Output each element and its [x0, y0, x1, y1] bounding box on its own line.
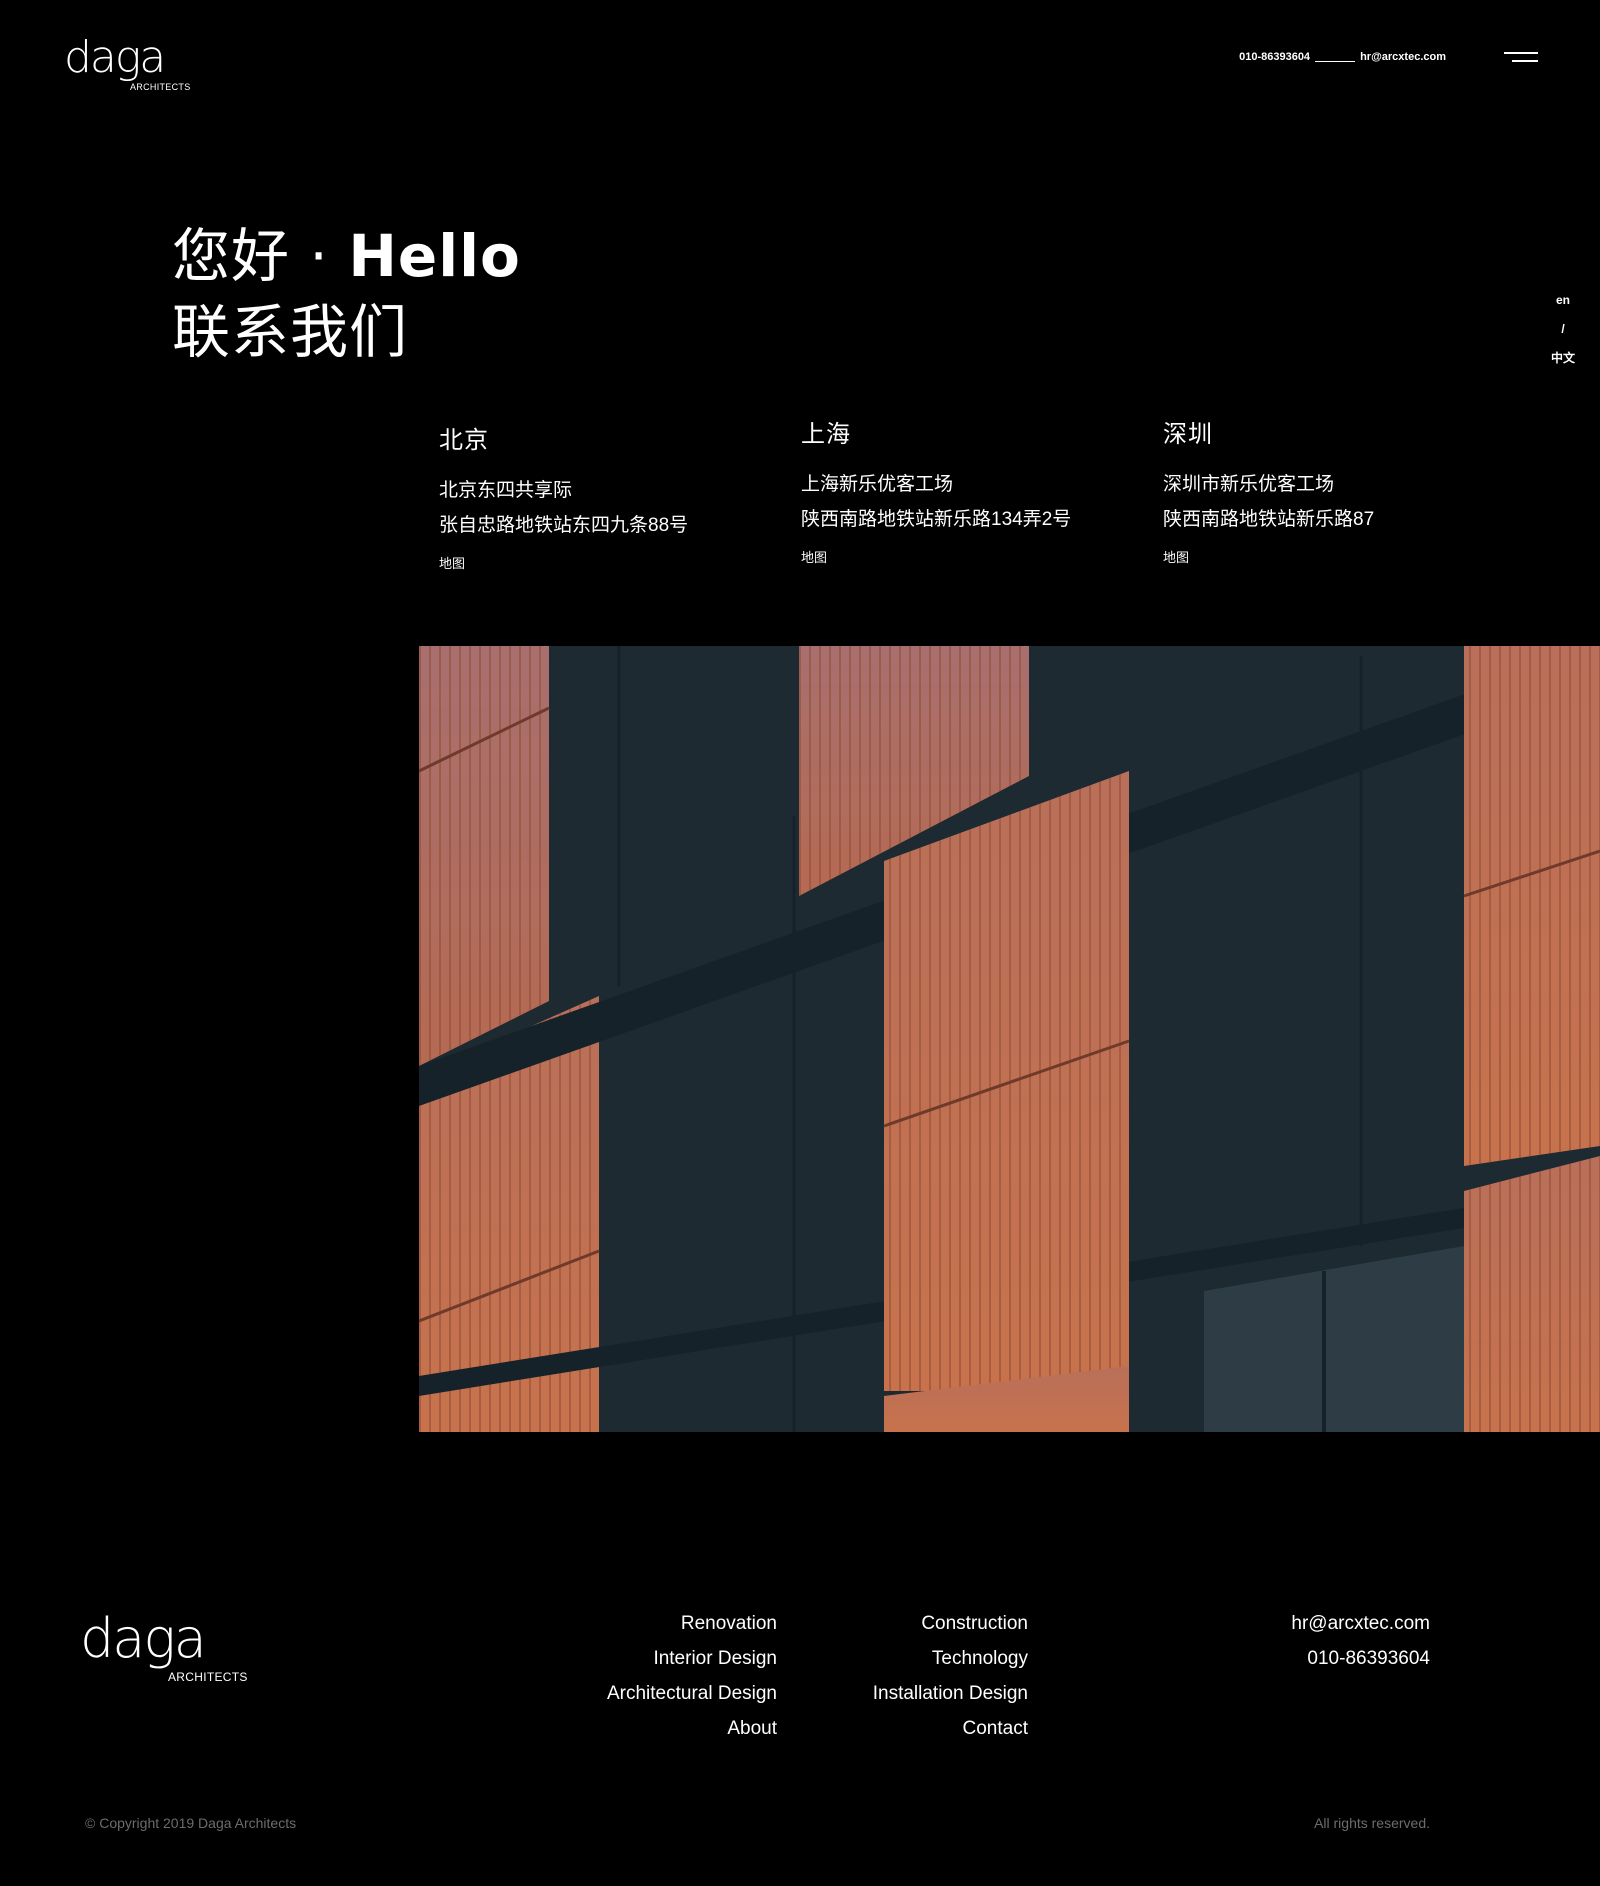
footer-link-about[interactable]: About	[607, 1711, 777, 1746]
logo-wordmark: daga	[80, 1607, 207, 1670]
footer-link-renovation[interactable]: Renovation	[607, 1606, 777, 1641]
footer-link-installation-design[interactable]: Installation Design	[873, 1676, 1028, 1711]
footer-link-architectural-design[interactable]: Architectural Design	[607, 1676, 777, 1711]
language-en[interactable]: en	[1548, 286, 1578, 315]
building-facade-photo	[419, 646, 1600, 1432]
language-switcher: en / 中文	[1548, 286, 1578, 373]
footer-link-technology[interactable]: Technology	[873, 1641, 1028, 1676]
footer-nav-column-1: Renovation Interior Design Architectural…	[607, 1606, 777, 1746]
logo-subtitle: ARCHITECTS	[168, 1670, 248, 1684]
header-contact: 010-86393604 hr@arcxtec.com	[1239, 51, 1446, 63]
header-contact-divider	[1315, 61, 1356, 62]
office-map-link[interactable]: 地图	[801, 547, 827, 566]
footer-email-link[interactable]: hr@arcxtec.com	[1291, 1606, 1430, 1641]
menu-line-top	[1504, 52, 1538, 54]
office-map-link[interactable]: 地图	[1163, 547, 1189, 566]
rights-text: All rights reserved.	[1314, 1815, 1430, 1831]
copyright-text: © Copyright 2019 Daga Architects	[85, 1815, 297, 1831]
hamburger-menu-icon[interactable]	[1504, 50, 1538, 64]
office-shenzhen: 深圳 深圳市新乐优客工场 陕西南路地铁站新乐路87 地图	[1163, 414, 1493, 567]
footer-link-contact[interactable]: Contact	[873, 1711, 1028, 1746]
page-title-line1: 您好 · Hello	[172, 218, 521, 294]
language-cn[interactable]: 中文	[1548, 344, 1578, 373]
office-address-line1: 上海新乐优客工场	[801, 474, 954, 495]
office-beijing: 北京 北京东四共享际 张自忠路地铁站东四九条88号 地图	[439, 420, 769, 573]
footer-phone-link[interactable]: 010-86393604	[1291, 1641, 1430, 1676]
page-title-greeting-cn: 您好 ·	[172, 222, 349, 290]
logo-subtitle: ARCHITECTS	[130, 82, 191, 92]
office-city: 深圳	[1163, 421, 1213, 448]
header-phone-link[interactable]: 010-86393604	[1239, 51, 1310, 63]
office-address-line2: 陕西南路地铁站新乐路134弄2号	[801, 509, 1072, 530]
header-email-link[interactable]: hr@arcxtec.com	[1360, 51, 1446, 63]
page-title: 您好 · Hello 联系我们	[172, 218, 521, 370]
office-address-line1: 深圳市新乐优客工场	[1163, 474, 1335, 495]
office-address-line2: 张自忠路地铁站东四九条88号	[439, 515, 689, 536]
office-address-line2: 陕西南路地铁站新乐路87	[1163, 509, 1375, 530]
page-title-greeting-en: Hello	[348, 222, 521, 290]
footer-link-interior-design[interactable]: Interior Design	[607, 1641, 777, 1676]
footer-contact: hr@arcxtec.com 010-86393604	[1291, 1606, 1430, 1676]
footer-link-construction[interactable]: Construction	[873, 1606, 1028, 1641]
logo-wordmark: daga	[64, 32, 166, 83]
office-shanghai: 上海 上海新乐优客工场 陕西南路地铁站新乐路134弄2号 地图	[801, 414, 1131, 567]
page-title-line2: 联系我们	[172, 298, 409, 366]
footer-nav-column-2: Construction Technology Installation Des…	[873, 1606, 1028, 1746]
footer-logo[interactable]: daga ARCHITECTS	[80, 1607, 260, 1685]
office-city: 北京	[439, 427, 489, 454]
header-logo[interactable]: daga ARCHITECTS	[64, 36, 200, 94]
office-address-line1: 北京东四共享际	[439, 480, 573, 501]
facade-illustration	[419, 646, 1600, 1432]
office-map-link[interactable]: 地图	[439, 553, 465, 572]
language-separator: /	[1561, 322, 1565, 336]
menu-line-bottom	[1512, 60, 1538, 62]
office-city: 上海	[801, 421, 851, 448]
